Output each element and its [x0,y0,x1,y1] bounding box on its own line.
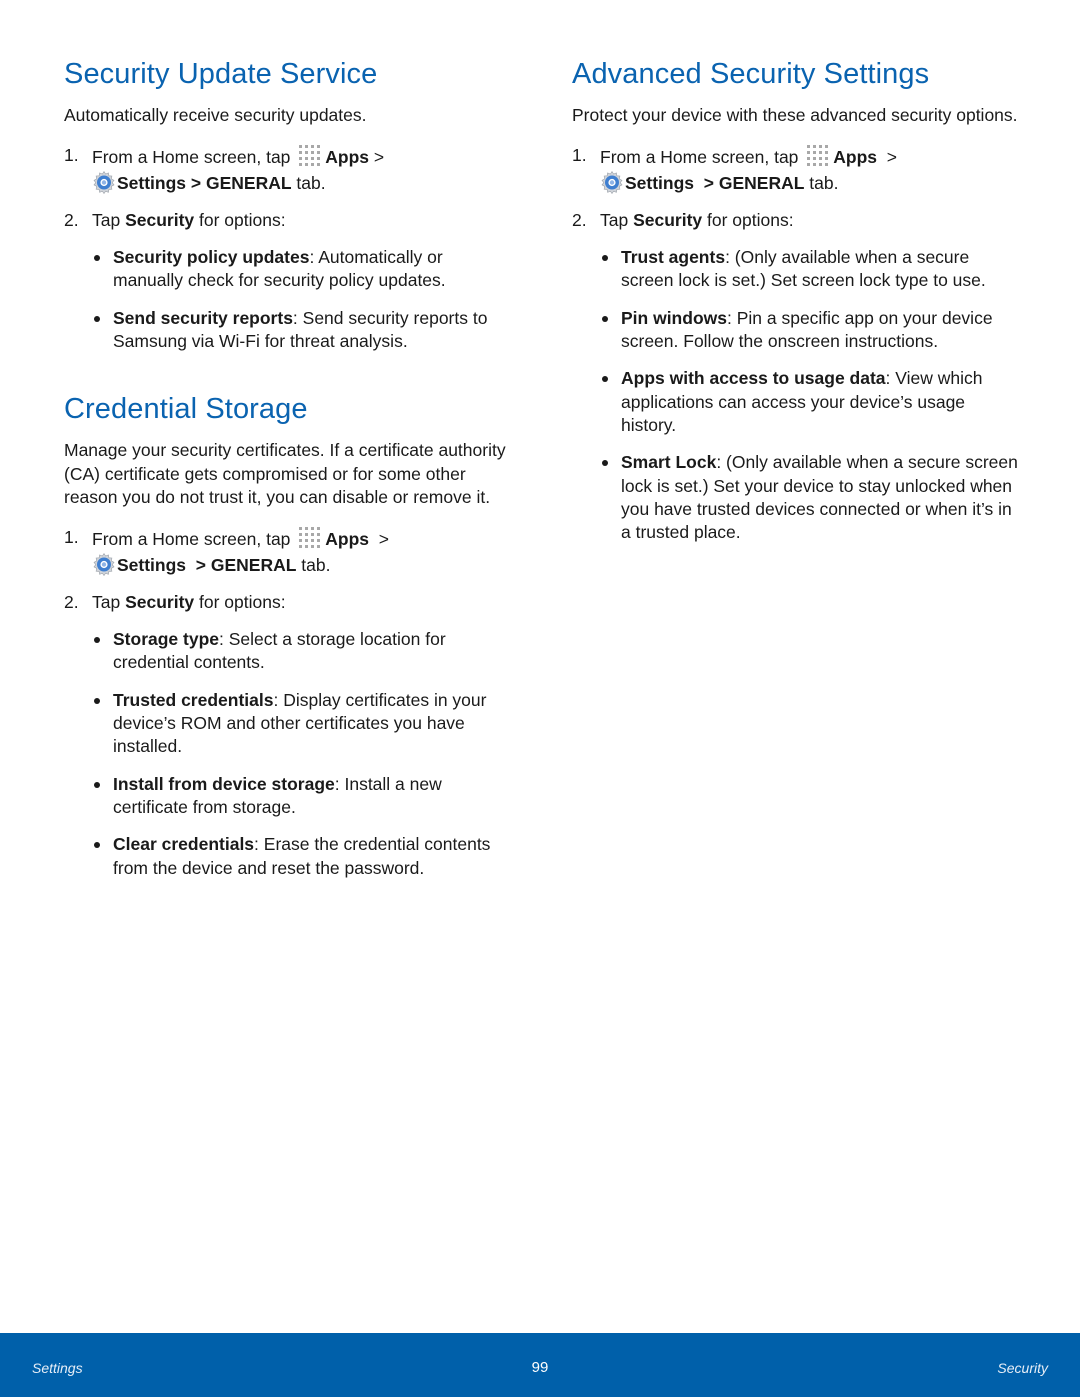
options-list: Storage type: Select a storage location … [92,628,514,880]
option-item: Security policy updates: Automatically o… [92,246,514,293]
settings-label: Settings [625,172,695,193]
option-item: Pin windows: Pin a specific app on your … [600,307,1022,354]
apps-grid-icon [298,526,324,548]
step-2: 2. Tap Security for options: Storage typ… [64,591,514,880]
step-text: Tap [92,209,126,230]
option-term: Trust agents [621,247,726,268]
general-tab-label: GENERAL [210,554,297,575]
separator: > [694,172,719,193]
bullet [94,697,100,704]
step-number: 2. [572,209,587,230]
bullet [94,637,100,644]
step-text: for options: [194,591,286,612]
step-number: 2. [64,591,79,612]
options-list: Trust agents: (Only available when a sec… [600,246,1022,544]
left-column: Security Update Service Automatically re… [64,56,514,894]
page-number: 99 [531,1359,549,1376]
section-title: Security Update Service [64,58,378,90]
settings-label: Settings [117,172,187,193]
step-2: 2. Tap Security for options: Trust agent… [572,209,1022,545]
bullet [602,255,608,262]
separator: > [186,554,211,575]
section-title: Credential Storage [64,393,308,426]
security-label: Security [125,209,195,230]
step-1: 1. From a Home screen, tap Apps > Settin… [572,144,1022,195]
step-text: Tap [92,591,126,612]
step-text: From a Home screen, tap [92,147,296,168]
section-title: Advanced Security Settings [572,58,930,90]
page-footer: Settings 99 Security [0,1333,1080,1397]
option-item: Install from device storage: Install a n… [92,773,514,820]
step-1: 1. From a Home screen, tap Apps > Settin… [64,526,514,577]
apps-label: Apps [325,529,370,550]
section-intro: Automatically receive security updates. [64,105,367,125]
security-label: Security [633,209,703,230]
option-term: Send security reports [113,307,293,328]
settings-gear-icon [92,552,116,576]
option-item: Trust agents: (Only available when a sec… [600,246,1022,293]
bullet [602,376,608,383]
step-number: 1. [64,145,79,166]
section-intro: Manage your security certificates. If a … [64,440,506,507]
bullet [94,842,100,849]
step-text: tab. [291,172,326,193]
separator: > [877,147,902,168]
step-text: tab. [804,172,839,193]
step-text: tab. [296,554,331,575]
section-credential-storage: Credential Storage Manage your security … [64,391,514,879]
settings-gear-icon [92,170,116,194]
apps-grid-icon [806,144,832,166]
settings-gear-icon [600,170,624,194]
steps-list: 1. From a Home screen, tap Apps > Settin… [572,144,1022,544]
option-item: Smart Lock: (Only available when a secur… [600,451,1022,544]
step-number: 2. [64,209,79,230]
step-text: for options: [194,209,286,230]
step-number: 1. [572,145,587,166]
bullet [94,255,100,262]
options-list: Security policy updates: Automatically o… [92,246,514,353]
section-intro: Protect your device with these advanced … [572,105,1018,125]
option-term: Smart Lock [621,452,717,473]
steps-list: 1. From a Home screen, tap Apps > Settin… [64,526,514,880]
step-text: From a Home screen, tap [92,529,296,550]
option-term: Clear credentials [113,834,255,855]
bullet [602,460,608,467]
option-item: Trusted credentials: Display certificate… [92,689,514,759]
option-term: Pin windows [621,307,727,328]
section-security-update-service: Security Update Service Automatically re… [64,56,514,353]
option-item: Storage type: Select a storage location … [92,628,514,675]
steps-list: 1. From a Home screen, tap Apps > Settin… [64,144,514,353]
separator: > [369,529,394,550]
separator: > [369,147,385,168]
apps-label: Apps [833,147,878,168]
option-term: Trusted credentials [113,689,274,710]
general-tab-label: GENERAL [206,172,292,193]
option-term: Install from device storage [113,773,335,794]
option-term: Storage type [113,629,219,650]
footer-section-label: Security [997,1360,1048,1376]
option-term: Security policy updates [113,247,310,268]
option-item: Clear credentials: Erase the credential … [92,833,514,880]
step-text: for options: [702,209,794,230]
step-1: 1. From a Home screen, tap Apps > Settin… [64,144,514,195]
option-item: Send security reports: Send security rep… [92,307,514,354]
section-advanced-security-settings: Advanced Security Settings Protect your … [572,56,1022,544]
option-item: Apps with access to usage data: View whi… [600,367,1022,437]
bullet [94,781,100,788]
step-text: Tap [600,209,634,230]
apps-label: Apps [325,147,370,168]
settings-label: Settings [117,554,187,575]
step-text: From a Home screen, tap [600,147,804,168]
option-term: Apps with access to usage data [621,368,886,389]
security-label: Security [125,591,195,612]
general-tab-label: GENERAL [718,172,805,193]
step-2: 2. Tap Security for options: Security po… [64,209,514,353]
bullet [602,315,608,322]
apps-grid-icon [298,144,324,166]
step-number: 1. [64,527,79,548]
bullet [94,315,100,322]
right-column: Advanced Security Settings Protect your … [572,56,1022,558]
separator: > [186,172,206,193]
